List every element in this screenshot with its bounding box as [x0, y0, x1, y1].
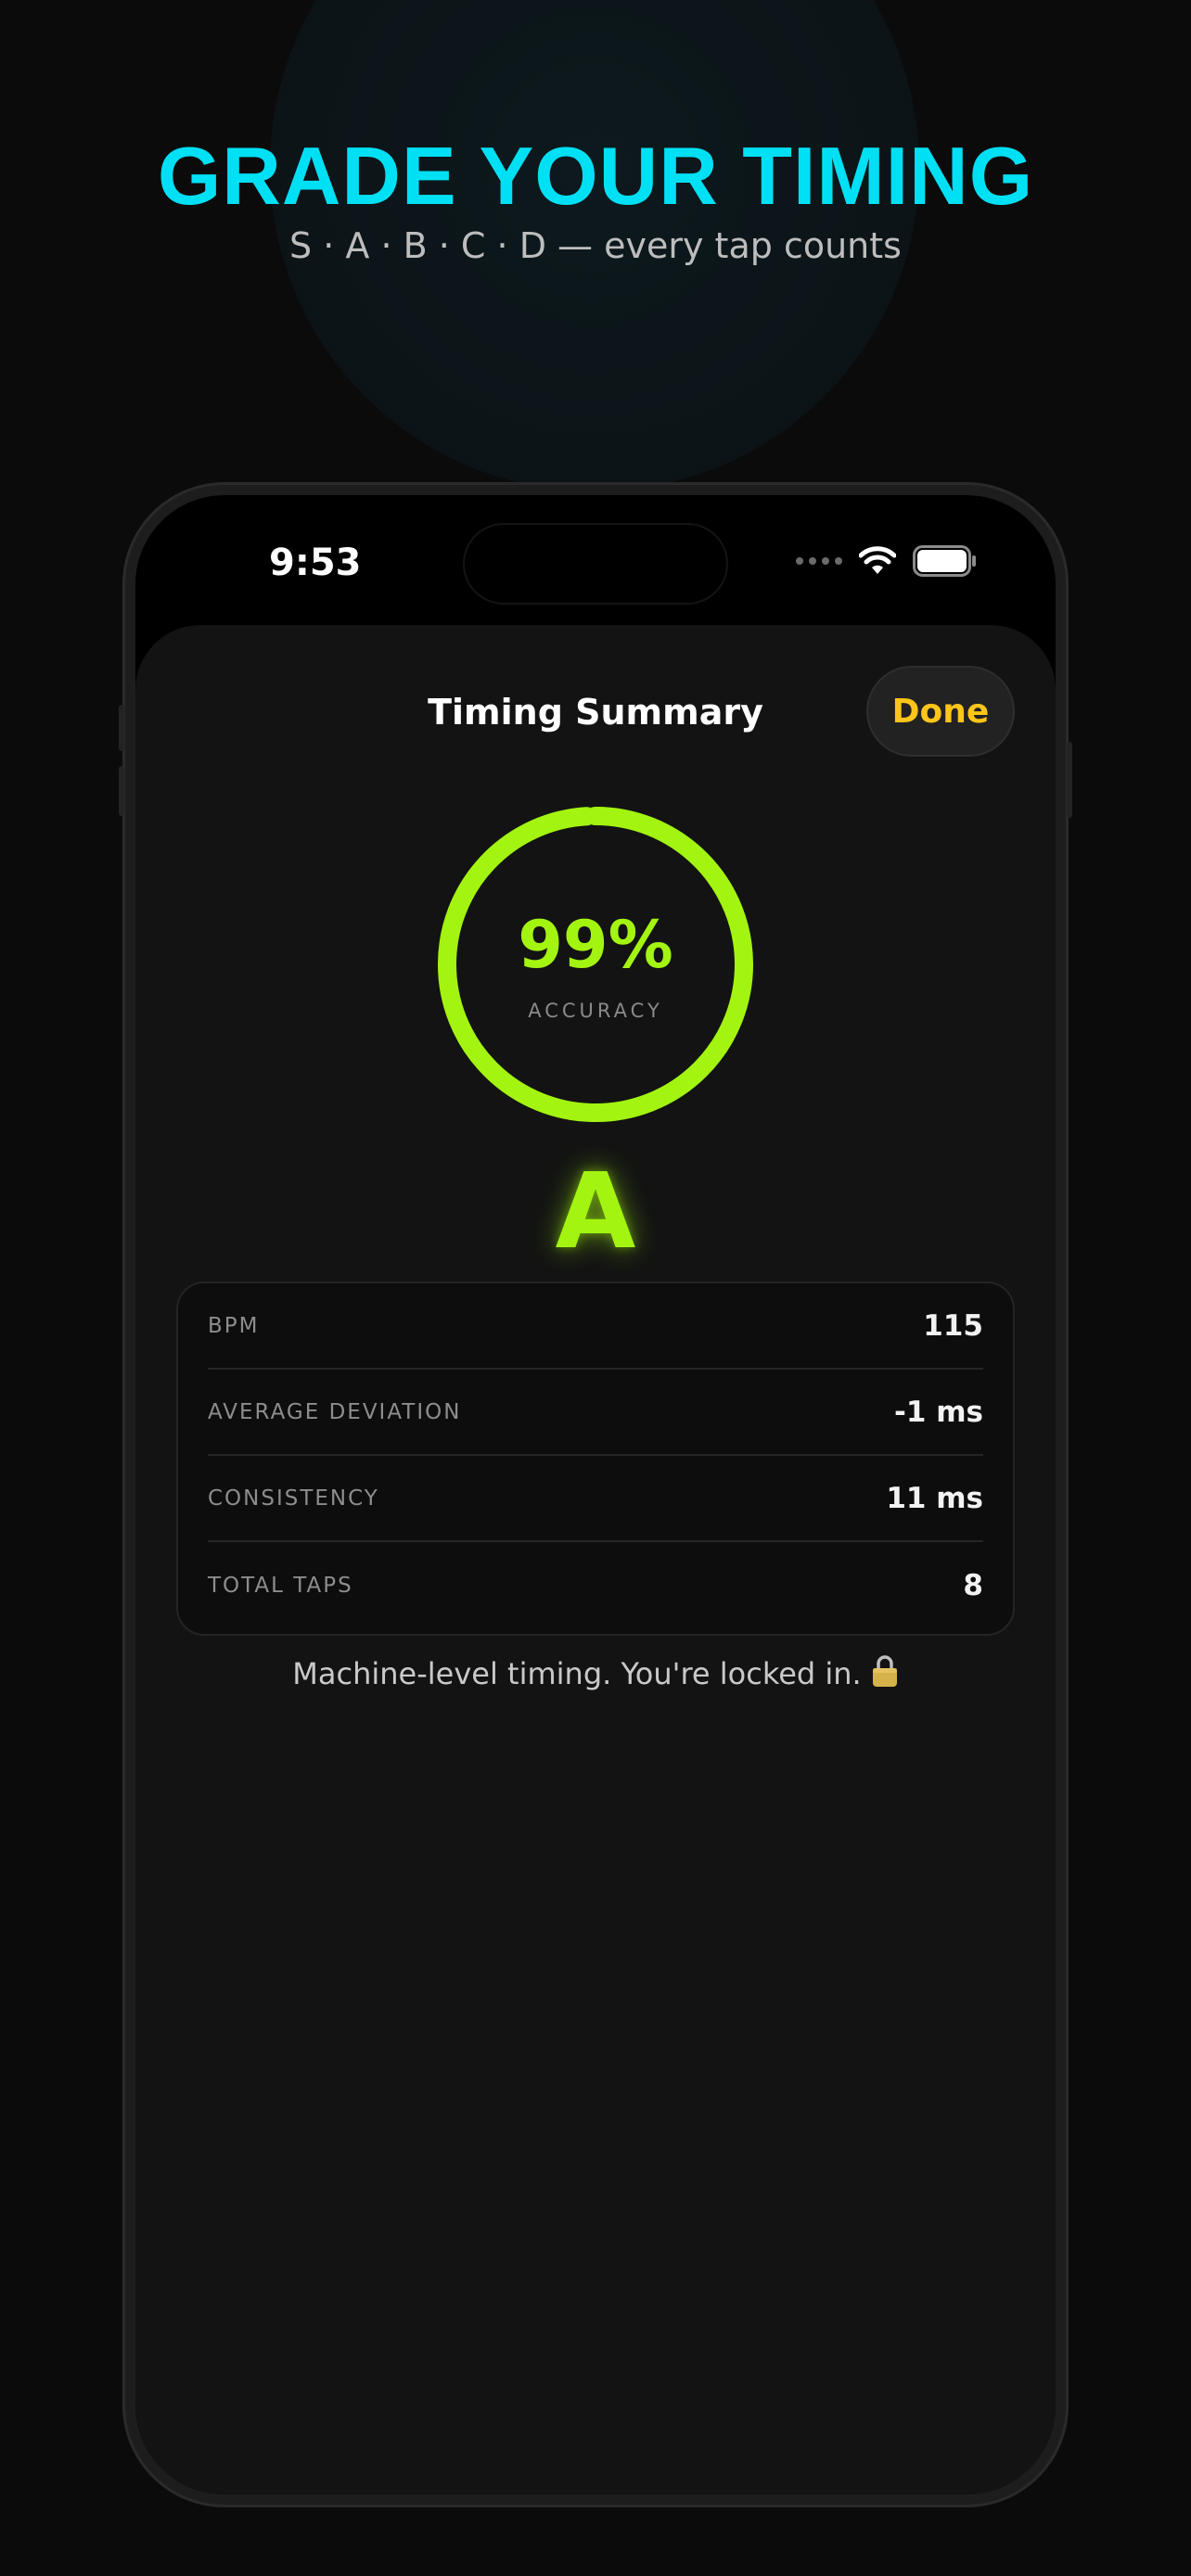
stat-value: -1 ms	[894, 1395, 983, 1429]
phone-screen: 9:53 Timing Summary Done 99% ACCURACY A	[135, 495, 1056, 2494]
cellular-signal-icon	[796, 557, 842, 565]
phone-side-button	[1067, 742, 1072, 818]
stat-label: BPM	[208, 1313, 260, 1338]
stat-row-total-taps: TOTAL TAPS 8	[208, 1542, 983, 1628]
phone-side-button	[119, 705, 124, 751]
footer-message-container: Machine-level timing. You're locked in.	[135, 1654, 1056, 1691]
dynamic-island	[465, 525, 726, 603]
stat-label: AVERAGE DEVIATION	[208, 1399, 462, 1424]
stat-row-consistency: CONSISTENCY 11 ms	[208, 1456, 983, 1542]
battery-icon	[913, 545, 976, 577]
status-icons	[796, 545, 978, 577]
promo-subline: S · A · B · C · D — every tap counts	[289, 225, 902, 266]
phone-side-button	[119, 766, 124, 816]
stat-label: CONSISTENCY	[208, 1486, 379, 1511]
lock-icon	[872, 1655, 897, 1687]
accuracy-ring: 99% ACCURACY	[438, 807, 753, 1122]
stats-table: BPM 115 AVERAGE DEVIATION -1 ms CONSISTE…	[176, 1282, 1015, 1636]
wifi-icon	[859, 546, 896, 574]
stat-value: 115	[923, 1308, 983, 1343]
stat-row-bpm: BPM 115	[208, 1283, 983, 1370]
grade-letter: A	[555, 1152, 636, 1272]
promo-headline: GRADE YOUR TIMING	[157, 130, 1034, 222]
summary-sheet: Timing Summary Done 99% ACCURACY A BPM 1…	[135, 625, 1056, 2494]
accuracy-label: ACCURACY	[528, 1000, 663, 1022]
stat-row-average-deviation: AVERAGE DEVIATION -1 ms	[208, 1370, 983, 1456]
stat-value: 11 ms	[886, 1481, 983, 1515]
stat-value: 8	[963, 1568, 983, 1602]
status-time: 9:53	[269, 542, 362, 584]
stat-label: TOTAL TAPS	[208, 1573, 353, 1598]
footer-message: Machine-level timing. You're locked in.	[292, 1656, 862, 1691]
done-button[interactable]: Done	[866, 666, 1015, 757]
accuracy-value: 99%	[518, 907, 673, 983]
